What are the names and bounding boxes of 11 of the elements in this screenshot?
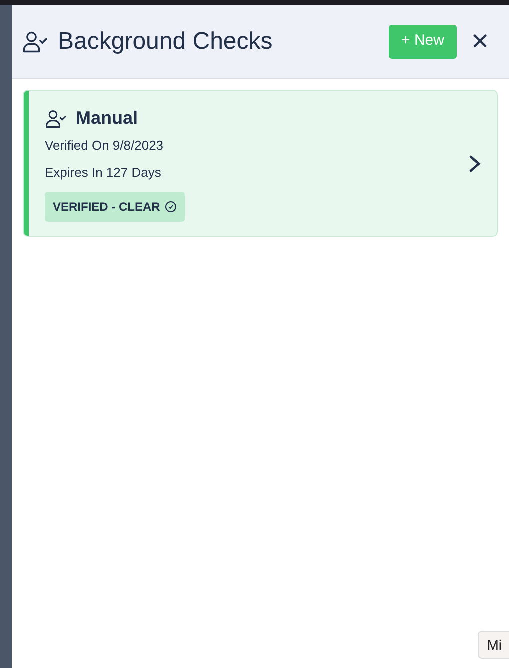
corner-button[interactable]: Mi <box>478 631 509 659</box>
user-check-icon <box>45 108 67 130</box>
check-card[interactable]: Manual Verified On 9/8/2023 Expires In 127 Days VERIFIED - CLEAR <box>23 90 498 237</box>
expiry-text: Expires In 127 Days <box>45 164 162 182</box>
check-title: Manual <box>76 107 138 130</box>
status-text: VERIFIED - CLEAR <box>53 199 160 216</box>
check-circle-icon <box>165 201 178 213</box>
close-button[interactable]: × <box>471 26 489 56</box>
chevron-right-icon[interactable] <box>467 154 483 174</box>
verified-date: Verified On 9/8/2023 <box>45 137 165 155</box>
panel-title: Background Checks <box>58 26 273 56</box>
